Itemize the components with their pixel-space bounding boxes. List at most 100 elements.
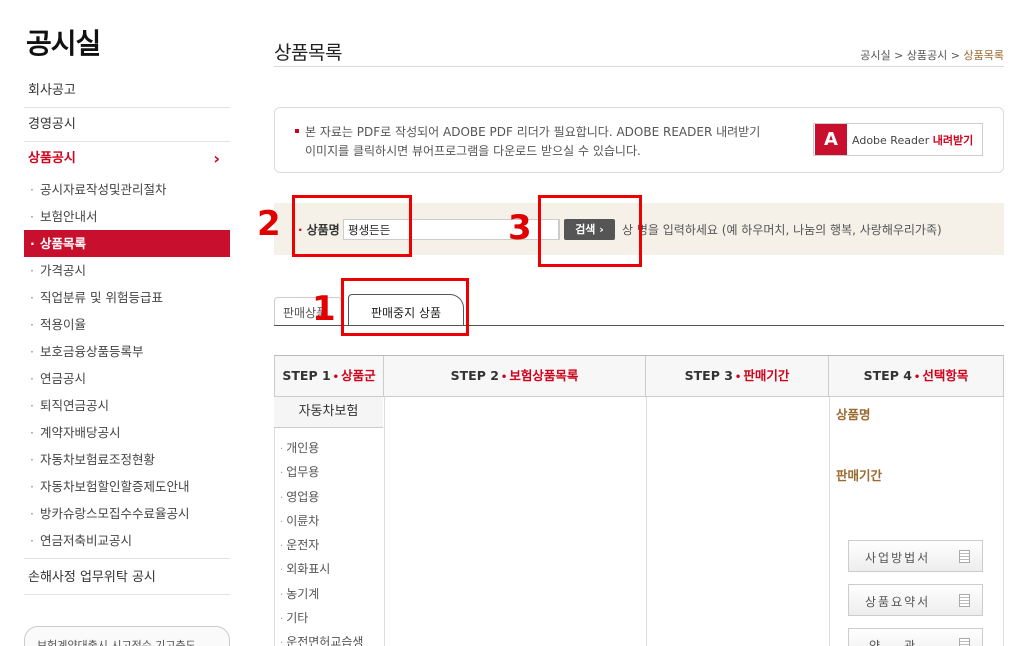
adobe-reader-label: Adobe Reader 내려받기 [852, 132, 973, 148]
breadcrumb-item[interactable]: 공시실 [860, 49, 890, 62]
category-item-label: 외화표시 [286, 562, 331, 577]
sidebar-subitem[interactable]: · 직업분류 및 위험등급표 [24, 284, 230, 311]
sidebar-subitem[interactable]: · 공시자료작성및관리절차 [24, 176, 230, 203]
sidebar-subitem[interactable]: · 보호금융상품등록부 [24, 338, 230, 365]
breadcrumb-item[interactable]: 상품공시 [907, 49, 947, 62]
search-hint-text: 상 명을 입력하세요 (예 하우머치, 나눔의 행복, 사랑해우리가족) [622, 223, 942, 237]
selected-sale-period-label: 판매기간 [836, 468, 883, 483]
adobe-reader-download-button[interactable]: A Adobe Reader 내려받기 [813, 123, 983, 156]
breadcrumb-separator: > [950, 49, 961, 62]
sidebar-subitem[interactable]: · 계약자배당공시 [24, 419, 230, 446]
category-group-header[interactable]: 자동차보험 [274, 397, 383, 428]
annotation-number-3: 3 [508, 208, 532, 248]
breadcrumb-current: 상품목록 [963, 49, 1004, 62]
document-icon [959, 594, 970, 607]
category-item[interactable]: · 업무용 [280, 460, 380, 484]
sidebar-item-company-notice[interactable]: 회사공고 [24, 74, 230, 108]
sidebar-submenu: · 공시자료작성및관리절차 · 보험안내서 · 상품목록 · 가격공시 · 직업분류 및 … [24, 176, 230, 559]
bullet-icon: · [280, 541, 284, 553]
sidebar-subitem[interactable]: · 적용이율 [24, 311, 230, 338]
sidebar: 공시실 회사공고 경영공시 상품공시 › · 공시자료작성및관리절차 · 보험안내서… [24, 0, 230, 646]
step2-header: STEP 2 • 보험상품목록 [384, 356, 646, 397]
sidebar-subitem[interactable]: · 자동차보험료조정현황 [24, 446, 230, 473]
sidebar-subitem[interactable]: · 연금저축비교공시 [24, 527, 230, 554]
bullet-icon: · [30, 371, 34, 386]
category-item[interactable]: · 운전면허교습생 [280, 630, 380, 646]
annotation-number-1: 1 [312, 289, 336, 329]
bullet-icon: · [30, 182, 34, 197]
step2-number: STEP 2 [450, 368, 499, 383]
sidebar-subitem[interactable]: · 가격공시 [24, 257, 230, 284]
step4-header: STEP 4 • 선택항목 [829, 356, 1004, 397]
category-item[interactable]: · 농기계 [280, 582, 380, 606]
sidebar-subitem-active[interactable]: · 상품목록 [24, 230, 230, 257]
column-divider [1003, 397, 1004, 646]
doc-button-label: 상품요약서 [865, 595, 931, 609]
category-item[interactable]: · 이륜차 [280, 509, 380, 533]
selected-product-name-label: 상품명 [836, 407, 871, 422]
business-method-doc-button[interactable]: 사업방법서 [848, 540, 983, 572]
product-steps-table: STEP 1 • 상품군 STEP 2 • 보험상품목록 STEP 3 • 판매기간 STE… [274, 355, 1004, 646]
step1-title: 상품군 [341, 368, 376, 383]
bullet-icon: · [280, 492, 284, 504]
sidebar-subitem-label: 방카슈랑스모집수수료율공시 [40, 506, 190, 521]
column-divider [274, 397, 275, 646]
bullet-icon: · [280, 565, 284, 577]
product-summary-doc-button[interactable]: 상품요약서 [848, 584, 983, 616]
category-item[interactable]: · 운전자 [280, 533, 380, 557]
sidebar-subitem[interactable]: · 자동차보험할인할증제도안내 [24, 473, 230, 500]
annotation-number-2: 2 [257, 204, 281, 244]
sidebar-subitem-label: 연금저축비교공시 [40, 533, 133, 548]
category-item-label: 운전자 [286, 538, 320, 553]
sidebar-banner[interactable]: 보험계약대출시 시고전수 기고층도 [24, 626, 230, 646]
sidebar-subitem[interactable]: · 보험안내서 [24, 203, 230, 230]
sidebar-item-label: 상품공시 [28, 151, 76, 166]
sidebar-subitem-label: 상품목록 [40, 236, 87, 251]
annotation-box-1 [341, 278, 469, 336]
doc-button-label: 약관 [869, 639, 940, 646]
sidebar-item-management-disclosure[interactable]: 경영공시 [24, 108, 230, 142]
annotation-box-3 [538, 195, 642, 267]
bullet-icon: · [280, 638, 284, 646]
sidebar-item-claims-outsourcing[interactable]: 손해사정 업무위탁 공시 [24, 559, 230, 595]
step3-number: STEP 3 [684, 368, 733, 383]
title-divider [274, 66, 1004, 67]
category-item-label: 개인용 [286, 441, 320, 455]
category-item-label: 이륜차 [286, 513, 320, 528]
sidebar-subitem-label: 연금공시 [40, 371, 87, 386]
category-item-label: 농기계 [286, 586, 320, 601]
sidebar-menu: 회사공고 경영공시 상품공시 › · 공시자료작성및관리절차 · 보험안내서 · 상품… [24, 74, 230, 595]
sidebar-subitem[interactable]: · 방카슈랑스모집수수료율공시 [24, 500, 230, 527]
category-item[interactable]: · 외화표시 [280, 557, 380, 581]
sidebar-subitem-label: 직업분류 및 위험등급표 [40, 290, 163, 305]
category-list: · 개인용 · 업무용 · 영업용 · 이륜차 · 운전자 · 외화표시 · 농기계 · 기타 … [280, 436, 380, 646]
category-item[interactable]: · 개인용 [280, 436, 380, 460]
terms-doc-button[interactable]: 약관 [848, 628, 983, 646]
sidebar-item-product-disclosure[interactable]: 상품공시 › [24, 142, 230, 176]
pdf-notice-text: 본 자료는 PDF로 작성되어 ADOBE PDF 리더가 필요합니다. ADO… [295, 123, 760, 161]
bullet-icon: • [913, 372, 921, 383]
column-divider [384, 397, 385, 646]
bullet-icon: · [30, 209, 34, 224]
notice-line-2: 이미지를 클릭하시면 뷰어프로그램을 다운로드 받으실 수 있습니다. [305, 144, 641, 158]
page-title: 상품목록 [274, 42, 342, 64]
step4-number: STEP 4 [863, 368, 912, 383]
bullet-icon: · [30, 290, 34, 305]
bullet-icon: · [280, 516, 284, 528]
adobe-reader-text: Adobe Reader [852, 133, 930, 147]
category-item[interactable]: · 기타 [280, 606, 380, 630]
sidebar-subitem[interactable]: · 퇴직연금공시 [24, 392, 230, 419]
category-item-label: 운전면허교습생 [286, 635, 364, 646]
bullet-icon: · [30, 452, 34, 467]
category-item[interactable]: · 영업용 [280, 485, 380, 509]
bullet-icon: • [332, 372, 340, 383]
step3-header: STEP 3 • 판매기간 [646, 356, 829, 397]
step3-title: 판매기간 [743, 368, 790, 383]
bullet-icon: · [30, 425, 34, 440]
column-divider [646, 397, 647, 646]
sidebar-subitem-label: 자동차보험료조정현황 [40, 452, 156, 467]
category-item-label: 기타 [286, 611, 309, 626]
column-divider [829, 397, 830, 646]
sidebar-title: 공시실 [26, 27, 101, 60]
sidebar-subitem[interactable]: · 연금공시 [24, 365, 230, 392]
